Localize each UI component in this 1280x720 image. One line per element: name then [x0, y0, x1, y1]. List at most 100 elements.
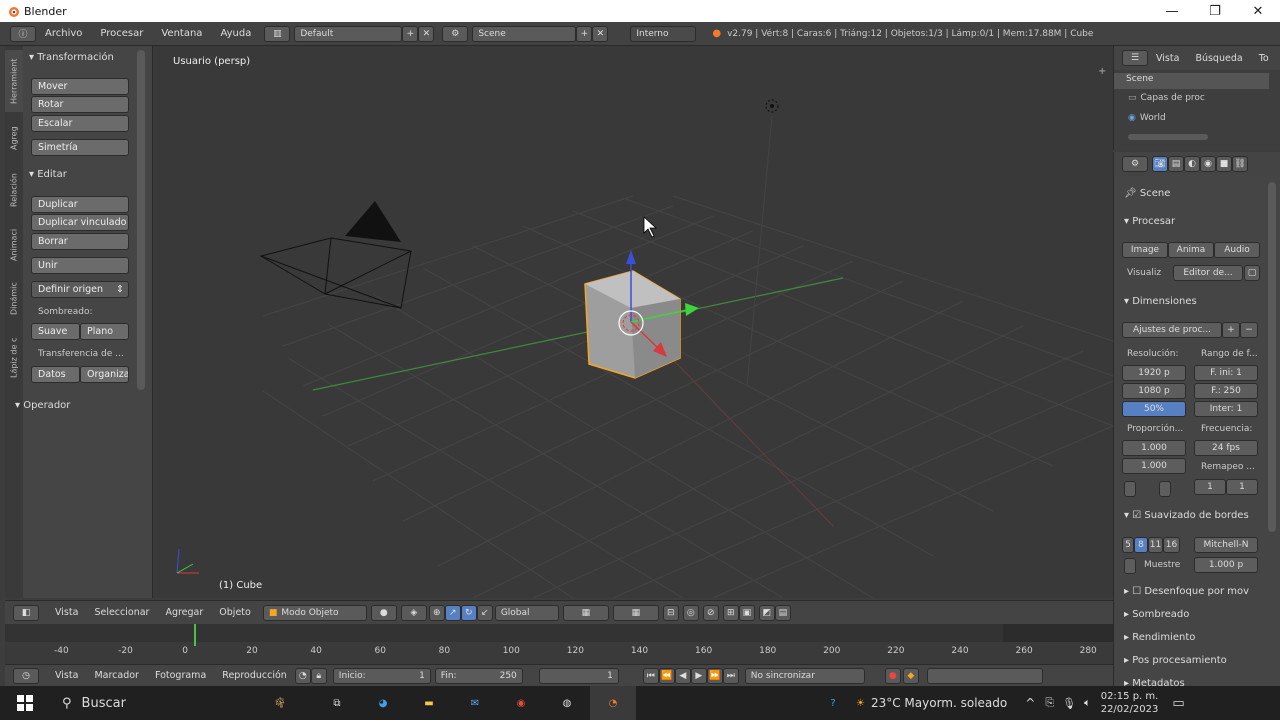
outliner-scrollbar[interactable]	[1128, 134, 1208, 140]
render-still-icon[interactable]: ◩	[758, 604, 775, 621]
device-icon[interactable]: ⎘	[1045, 696, 1054, 710]
add-region-icon[interactable]: +	[1098, 66, 1106, 77]
outliner-row-world[interactable]: ◉ World	[1128, 113, 1166, 123]
menu-render[interactable]: Procesar	[91, 28, 152, 39]
render-layers-context-icon[interactable]: ▤	[1168, 156, 1184, 172]
scene-field[interactable]: Scene	[472, 25, 577, 42]
menu-window[interactable]: Ventana	[152, 28, 211, 39]
transform-orientation-select[interactable]: Global	[494, 604, 559, 621]
motion-blur-panel-header[interactable]: ▸ ☐ Desenfoque por mov	[1124, 586, 1249, 597]
play-icon[interactable]: ▶	[690, 667, 707, 684]
pin-icon[interactable]: 📌︎	[1124, 188, 1137, 199]
timeline-editor[interactable]: -40 -20 0 20 40 60 80 100 120 140 160 180 200 220 240 2…	[5, 624, 1113, 664]
rotate-button[interactable]: Rotar	[31, 96, 129, 113]
maximize-button[interactable]: ❐	[1193, 0, 1237, 22]
scale-manipulator-icon[interactable]: ↙	[476, 604, 493, 621]
aspect-y-field[interactable]: 1.000	[1122, 458, 1186, 474]
interaction-mode-select[interactable]: ■ Modo Objeto	[262, 604, 367, 621]
show-hidden-icons-icon[interactable]: ^	[1025, 696, 1035, 710]
screen-layout-icon[interactable]: ▥	[264, 25, 291, 42]
rotate-manipulator-icon[interactable]: ↻	[460, 604, 477, 621]
weather-text[interactable]: 23°C Mayorm. soleado	[871, 696, 1007, 710]
menu-marker[interactable]: Marcador	[86, 670, 147, 681]
menu-add[interactable]: Agregar	[157, 607, 211, 618]
proportional-edit-icon[interactable]: ◎	[682, 604, 699, 621]
lock-range-icon[interactable]: 🔒︎	[310, 667, 327, 684]
close-button[interactable]: ✕	[1236, 0, 1280, 22]
remap-old-field[interactable]: 1	[1194, 479, 1226, 495]
outliner-tab-view[interactable]: Vista	[1148, 53, 1187, 64]
outliner-tab-all[interactable]: To	[1251, 53, 1277, 64]
minimize-button[interactable]: —	[1150, 0, 1194, 22]
add-preset-icon[interactable]: +	[1222, 322, 1240, 338]
mail-icon[interactable]: ✉	[452, 686, 498, 720]
sync-mode-select[interactable]: No sincronizar	[744, 667, 865, 684]
remove-layout-icon[interactable]: ✕	[418, 25, 435, 42]
resolution-x-field[interactable]: 1920 p	[1122, 365, 1186, 381]
pivot-point-icon[interactable]: ◈	[400, 604, 427, 621]
play-reverse-icon[interactable]: ◀	[674, 667, 691, 684]
tab-create[interactable]: Agreg	[5, 116, 23, 160]
render-image-button[interactable]: Image	[1122, 242, 1168, 258]
lock-interface-icon[interactable]: ▢	[1244, 265, 1260, 281]
resolution-percentage-slider[interactable]: 50%	[1122, 401, 1186, 417]
render-panel-header[interactable]: ▾ Procesar	[1124, 216, 1175, 227]
tab-animation[interactable]: Animaci	[5, 220, 23, 270]
record-icon[interactable]: ●	[884, 667, 901, 684]
outliner-tab-search[interactable]: Búsqueda	[1187, 53, 1250, 64]
duplicate-linked-button[interactable]: Duplicar vinculado	[31, 214, 129, 231]
tab-relations[interactable]: Relación	[5, 164, 23, 216]
editor-type-info-icon[interactable]: ⓘ	[10, 25, 36, 42]
menu-file[interactable]: Archivo	[36, 28, 91, 39]
add-scene-icon[interactable]: +	[576, 25, 593, 42]
set-origin-select[interactable]: Definir origen ⇕	[31, 281, 129, 298]
end-frame-field[interactable]: Fin: 250	[434, 667, 523, 684]
aspect-x-field[interactable]: 1.000	[1122, 440, 1186, 456]
menu-timeline-view[interactable]: Vista	[47, 670, 86, 681]
duplicate-button[interactable]: Duplicar	[31, 196, 129, 213]
operator-panel-header[interactable]: ▾ Operador	[15, 400, 70, 411]
menu-view[interactable]: Vista	[47, 607, 86, 618]
volume-icon[interactable]: 🔈︎	[1084, 696, 1091, 710]
task-view-icon[interactable]: ⧉	[314, 686, 360, 720]
performance-panel-header[interactable]: ▸ Rendimiento	[1124, 632, 1195, 643]
editor-type-properties-icon[interactable]: ⚙	[1122, 156, 1148, 172]
start-icon[interactable]	[0, 686, 50, 720]
scene-icon[interactable]: ⚙	[442, 25, 469, 42]
translate-manipulator-icon[interactable]: ↗	[444, 604, 461, 621]
jump-end-icon[interactable]: ⏭	[722, 667, 739, 684]
shade-smooth-button[interactable]: Suave	[31, 323, 80, 340]
anti-aliasing-panel-header[interactable]: ▾ ☑ Suavizado de bordes	[1124, 510, 1249, 521]
scale-button[interactable]: Escalar	[31, 115, 129, 132]
add-layout-icon[interactable]: +	[402, 25, 419, 42]
search-highlight-icon[interactable]: 🌴︎	[246, 686, 314, 720]
frame-step-field[interactable]: Inter: 1	[1194, 401, 1258, 417]
manipulator-toggle-icon[interactable]: ⊕	[428, 604, 445, 621]
resolution-y-field[interactable]: 1080 p	[1122, 383, 1186, 399]
aa-samples-11[interactable]: 11	[1148, 537, 1163, 553]
render-animation-button[interactable]: Anima	[1168, 242, 1214, 258]
dimensions-panel-header[interactable]: ▾ Dimensiones	[1124, 296, 1197, 307]
mirror-button[interactable]: Simetría	[31, 139, 129, 156]
menu-frame[interactable]: Fotograma	[147, 670, 214, 681]
current-frame-indicator[interactable]	[194, 624, 196, 646]
tab-physics[interactable]: Dinámic	[5, 274, 23, 324]
outliner-row-scene[interactable]: Scene	[1114, 73, 1269, 89]
clock[interactable]: 02:15 p. m. 22/02/2023	[1101, 690, 1159, 716]
chrome-icon[interactable]: ◉	[498, 686, 544, 720]
keying-set-field[interactable]	[926, 667, 1043, 684]
cube-object[interactable]	[584, 270, 681, 379]
render-anim-icon[interactable]: ▤	[774, 604, 791, 621]
tool-shelf-scrollbar[interactable]	[137, 50, 145, 390]
snap-target-icon[interactable]: ▣	[738, 604, 755, 621]
keying-set-icon[interactable]: ◆	[902, 667, 919, 684]
properties-scrollbar[interactable]	[1268, 182, 1276, 532]
frame-start-field[interactable]: F. ini: 1	[1194, 365, 1258, 381]
remove-preset-icon[interactable]: −	[1240, 322, 1258, 338]
aa-samples-8[interactable]: 8	[1134, 537, 1148, 553]
file-explorer-icon[interactable]: ▬	[406, 686, 452, 720]
layers-row2-icon[interactable]: ▦	[612, 604, 659, 621]
render-audio-button[interactable]: Audio	[1214, 242, 1260, 258]
metadata-panel-header[interactable]: ▸ Metadatos	[1124, 678, 1185, 686]
tab-tools[interactable]: Herramient	[5, 50, 23, 112]
